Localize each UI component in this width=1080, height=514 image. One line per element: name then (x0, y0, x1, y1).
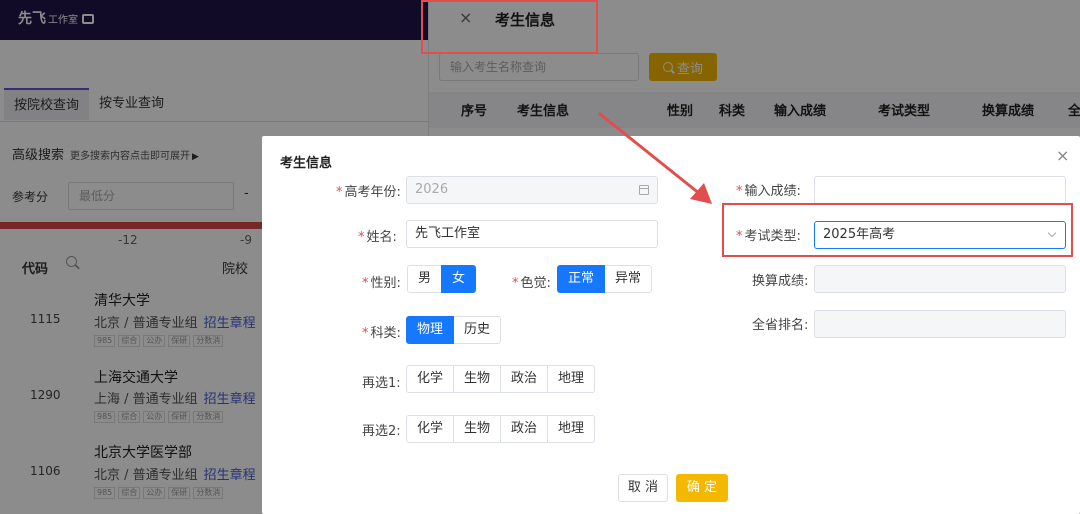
color-vision-label: * 色觉: (512, 276, 551, 291)
color-vision-option-normal[interactable]: 正常 (557, 265, 606, 293)
elective2-selector: 化学 生物 政治 地理 (406, 415, 596, 443)
elective2-option[interactable]: 政治 (500, 415, 549, 443)
name-input[interactable]: 先飞工作室 (406, 220, 658, 248)
color-vision-selector: 正常 异常 (557, 265, 653, 293)
converted-score-label: 换算成绩: (752, 274, 809, 289)
rank-field (814, 310, 1066, 338)
year-picker: 2026 (406, 176, 658, 204)
confirm-button[interactable]: 确 定 (676, 474, 728, 502)
elective1-label: 再选1: (362, 376, 401, 391)
converted-score-field (814, 265, 1066, 293)
elective2-label: 再选2: (362, 424, 401, 439)
cancel-button[interactable]: 取 消 (618, 474, 668, 502)
subject-option-history[interactable]: 历史 (453, 316, 502, 344)
elective2-option[interactable]: 化学 (406, 415, 455, 443)
score-input[interactable] (814, 176, 1066, 204)
gender-option-male[interactable]: 男 (407, 265, 443, 293)
elective2-option[interactable]: 地理 (547, 415, 596, 443)
annotation-highlight-box (421, 0, 598, 54)
elective1-option[interactable]: 地理 (547, 365, 596, 393)
close-icon[interactable]: × (1056, 148, 1069, 164)
student-info-dialog: 考生信息 × * 高考年份: 2026 * 姓名: 先飞工作室 * 性别: 男 女 *… (262, 136, 1080, 514)
elective2-option[interactable]: 生物 (453, 415, 502, 443)
annotation-highlight-box (722, 203, 1073, 257)
elective1-option[interactable]: 政治 (500, 365, 549, 393)
dialog-title: 考生信息 (280, 156, 333, 171)
elective1-option[interactable]: 生物 (453, 365, 502, 393)
elective1-selector: 化学 生物 政治 地理 (406, 365, 596, 393)
gender-option-female[interactable]: 女 (441, 265, 477, 293)
gender-label: * 性别: (362, 276, 401, 291)
subject-selector: 物理 历史 (406, 316, 502, 344)
color-vision-option-abnormal[interactable]: 异常 (604, 265, 653, 293)
rank-label: 全省排名: (752, 318, 809, 333)
year-label: * 高考年份: (336, 185, 401, 200)
score-label: * 输入成绩: (736, 184, 801, 199)
gender-selector: 男 女 (407, 265, 477, 293)
subject-option-physics[interactable]: 物理 (406, 316, 455, 344)
name-label: * 姓名: (358, 230, 397, 245)
calendar-icon (639, 185, 649, 195)
subject-label: * 科类: (362, 326, 401, 341)
elective1-option[interactable]: 化学 (406, 365, 455, 393)
